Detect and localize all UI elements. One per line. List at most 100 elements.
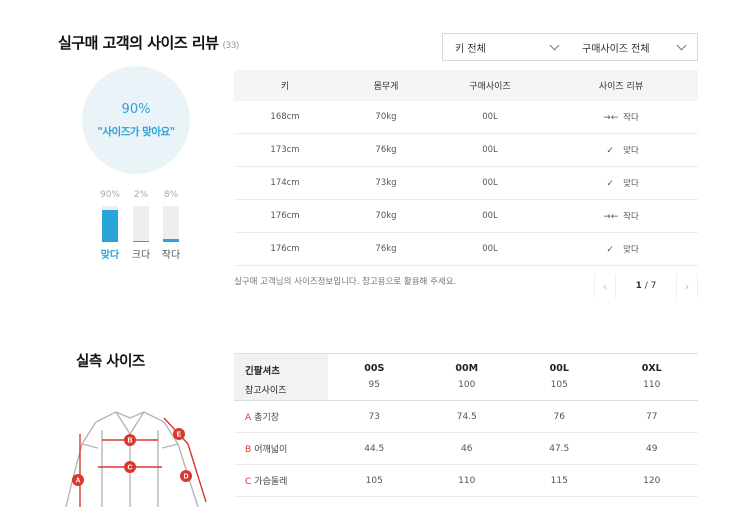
cell-height: 176cm bbox=[270, 211, 300, 221]
measure-value: 73 bbox=[368, 411, 380, 422]
total-pages: 7 bbox=[650, 281, 657, 291]
size-ref: 110 bbox=[643, 380, 661, 390]
cell-size: 00L bbox=[482, 112, 498, 122]
header-height: 키 bbox=[280, 82, 290, 92]
cell-height: 174cm bbox=[270, 178, 300, 188]
measure-value: 44.5 bbox=[364, 443, 385, 454]
header-size: 구매사이즈 bbox=[469, 82, 511, 92]
chevron-down-icon bbox=[676, 40, 687, 50]
measure-header-label: 긴팔셔츠 참고사이즈 bbox=[234, 354, 328, 400]
bar-track bbox=[102, 206, 118, 242]
measure-value: 77 bbox=[646, 411, 658, 422]
size-ref: 95 bbox=[368, 380, 380, 390]
cell-height: 173cm bbox=[270, 145, 300, 155]
cell-review: →← 작다 bbox=[544, 210, 698, 222]
size-filter-dropdown[interactable]: 구매사이즈 전체 bbox=[570, 34, 697, 60]
check-icon: ✓ bbox=[606, 146, 614, 156]
bar-label: 맞다 bbox=[100, 250, 120, 261]
page-separator: / bbox=[644, 281, 648, 291]
size-column: 00S 95 bbox=[328, 354, 421, 400]
cell-review: ✓ 맞다 bbox=[544, 243, 698, 255]
measure-row-label: A 총기장 bbox=[234, 410, 328, 423]
size-name: 00M bbox=[455, 363, 479, 374]
marker-a-label: A bbox=[75, 478, 80, 485]
check-icon: ✓ bbox=[606, 179, 614, 189]
shirt-outline bbox=[65, 411, 199, 507]
check-icon: ✓ bbox=[606, 245, 614, 255]
header-weight: 몸무게 bbox=[373, 82, 399, 92]
table-row: 174cm 73kg 00L ✓ 맞다 bbox=[234, 167, 698, 200]
garment-type: 긴팔셔츠 bbox=[245, 366, 280, 377]
bar-percent: 8% bbox=[163, 190, 179, 200]
measure-value: 74.5 bbox=[456, 411, 477, 422]
page-indicator: 1 / 7 bbox=[616, 281, 676, 291]
cell-review: →← 작다 bbox=[544, 111, 698, 123]
measure-name: 총기장 bbox=[254, 413, 280, 423]
table-row: 173cm 76kg 00L ✓ 맞다 bbox=[234, 134, 698, 167]
measure-title: 실측 사이즈 bbox=[76, 354, 145, 370]
table-row: 168cm 70kg 00L →← 작다 bbox=[234, 101, 698, 134]
measure-value: 115 bbox=[550, 475, 568, 486]
review-note: 실구매 고객님의 사이즈정보입니다. 참고용으로 활용해 주세요. bbox=[234, 277, 457, 287]
measure-letter: B bbox=[245, 445, 252, 455]
size-ref: 105 bbox=[550, 380, 568, 390]
review-count: (33) bbox=[222, 41, 239, 51]
bar-percent: 90% bbox=[99, 190, 120, 200]
review-text: 작다 bbox=[623, 113, 639, 123]
review-text: 작다 bbox=[623, 212, 639, 222]
measure-row-label: B 어깨넓이 bbox=[234, 442, 328, 455]
bar-percent: 2% bbox=[133, 190, 149, 200]
measure-value: 110 bbox=[458, 475, 476, 486]
bar-track bbox=[133, 206, 149, 242]
size-column: 00L 105 bbox=[513, 354, 606, 400]
measure-letter: C bbox=[245, 477, 252, 487]
measure-table: 긴팔셔츠 참고사이즈 00S 95 00M 100 00L 105 0XL 110 A총… bbox=[234, 353, 698, 497]
marker-e-label: E bbox=[177, 432, 182, 439]
bar-label: 작다 bbox=[161, 250, 181, 261]
fit-label: "사이즈가 맞아요" bbox=[97, 125, 175, 138]
ref-size-label: 참고사이즈 bbox=[245, 386, 287, 396]
header-review: 사이즈 리뷰 bbox=[598, 82, 644, 92]
review-table-header: 키 몸무게 구매사이즈 사이즈 리뷰 bbox=[234, 70, 698, 101]
height-filter-dropdown[interactable]: 키 전체 bbox=[443, 34, 570, 60]
cell-height: 168cm bbox=[270, 112, 300, 122]
cell-size: 00L bbox=[482, 178, 498, 188]
cell-weight: 70kg bbox=[375, 112, 397, 122]
review-text: 맞다 bbox=[623, 245, 639, 255]
height-filter-label: 키 전체 bbox=[455, 43, 486, 55]
bar-fill bbox=[163, 239, 179, 242]
measure-table-header: 긴팔셔츠 참고사이즈 00S 95 00M 100 00L 105 0XL 110 bbox=[234, 353, 698, 401]
fit-summary-circle: 90% "사이즈가 맞아요" bbox=[82, 66, 190, 174]
measure-lines bbox=[79, 417, 207, 507]
table-row: C 가슴둘레 105 110 115 120 bbox=[234, 465, 698, 497]
size-name: 00S bbox=[364, 363, 385, 374]
next-page-button[interactable]: › bbox=[676, 274, 698, 298]
cell-size: 00L bbox=[482, 244, 498, 254]
fit-bar-chart: 90% 맞다 2% 크다 8% 작다 bbox=[98, 190, 188, 262]
review-table: 키 몸무게 구매사이즈 사이즈 리뷰 168cm 70kg 00L →← 작다 1… bbox=[234, 70, 698, 266]
measure-row-label: C 가슴둘레 bbox=[234, 474, 328, 487]
shirt-diagram: A B C D E bbox=[65, 411, 207, 507]
cell-size: 00L bbox=[482, 145, 498, 155]
review-title: 실구매 고객의 사이즈 리뷰 (33) bbox=[58, 32, 239, 53]
bar-small: 8% 작다 bbox=[159, 190, 183, 261]
bar-large: 2% 크다 bbox=[129, 190, 153, 261]
arrows-in-icon: →← bbox=[603, 113, 619, 123]
prev-page-button[interactable]: ‹ bbox=[594, 274, 616, 298]
measure-letter: A bbox=[245, 413, 252, 423]
review-text: 맞다 bbox=[623, 179, 639, 189]
table-row: 176cm 76kg 00L ✓ 맞다 bbox=[234, 233, 698, 266]
cell-review: ✓ 맞다 bbox=[544, 144, 698, 156]
measure-name: 어깨넓이 bbox=[254, 445, 288, 455]
current-page: 1 bbox=[635, 281, 642, 291]
measure-value: 46 bbox=[461, 443, 473, 454]
bar-track bbox=[163, 206, 179, 242]
cell-height: 176cm bbox=[270, 244, 300, 254]
chevron-down-icon bbox=[549, 40, 560, 50]
fit-percent: 90% bbox=[121, 101, 151, 117]
bar-label: 크다 bbox=[131, 250, 151, 261]
measure-value: 76 bbox=[553, 411, 565, 422]
marker-b-label: B bbox=[127, 438, 132, 445]
filter-box: 키 전체 구매사이즈 전체 bbox=[442, 33, 698, 61]
cell-weight: 73kg bbox=[375, 178, 397, 188]
